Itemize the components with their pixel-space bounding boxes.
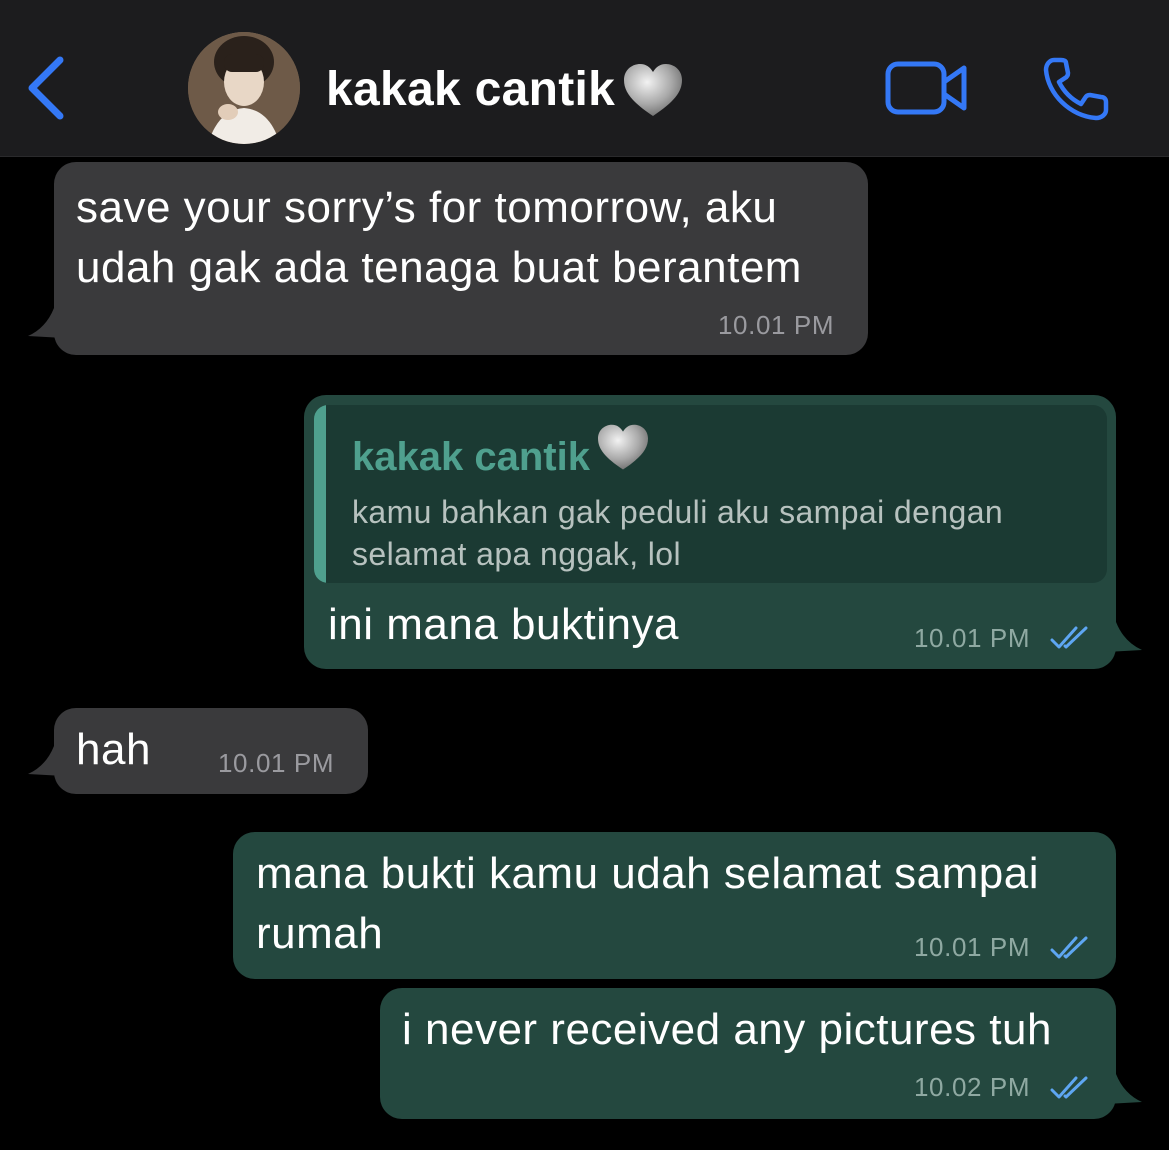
message-text: i never received any pictures tuh <box>402 1005 1052 1054</box>
message-time: 10.01 PM <box>718 310 835 340</box>
message-bubble-outgoing[interactable]: i never received any pictures tuh 10.02 … <box>380 988 1116 1119</box>
message-text: udah gak ada tenaga buat berantem <box>76 243 802 292</box>
quote-author: kakak cantik <box>352 435 590 479</box>
message-text: mana bukti kamu udah selamat sampai <box>256 849 1040 898</box>
read-receipt-icon <box>1050 1076 1088 1099</box>
message-bubble-outgoing[interactable]: mana bukti kamu udah selamat sampai ruma… <box>233 832 1116 979</box>
contact-name[interactable]: kakak cantik <box>326 62 615 117</box>
video-camera-icon <box>885 61 967 115</box>
message-bubble-outgoing[interactable]: kakak cantik kamu bahkan gak peduli aku … <box>304 395 1116 669</box>
chevron-left-icon <box>28 56 64 120</box>
message-bubble-incoming[interactable]: save your sorry’s for tomorrow, aku udah… <box>54 162 868 355</box>
bubble-tail <box>1106 1074 1142 1104</box>
read-receipt-icon <box>1050 936 1088 959</box>
quote-accent-bar <box>314 405 326 583</box>
back-button[interactable] <box>22 52 74 124</box>
message-text: save your sorry’s for tomorrow, aku <box>76 183 778 232</box>
contact-avatar[interactable] <box>188 32 300 144</box>
message-text: rumah <box>256 909 384 958</box>
heart-icon <box>598 424 648 470</box>
message-time: 10.01 PM <box>218 748 335 778</box>
phone-icon <box>1043 57 1109 121</box>
quoted-message[interactable]: kakak cantik kamu bahkan gak peduli aku … <box>314 405 1107 583</box>
bubble-tail <box>1106 622 1142 652</box>
voice-call-button[interactable] <box>1040 54 1112 124</box>
quote-text: kamu bahkan gak peduli aku sampai dengan… <box>352 491 1092 575</box>
message-time: 10.02 PM <box>914 1072 1031 1102</box>
message-bubble-incoming[interactable]: hah 10.01 PM <box>54 708 368 794</box>
quote-line: selamat apa nggak, lol <box>352 536 682 572</box>
avatar-photo <box>188 32 300 144</box>
heart-icon <box>624 64 682 116</box>
video-call-button[interactable] <box>884 58 970 118</box>
message-text: hah <box>76 725 151 774</box>
quote-line: kamu bahkan gak peduli aku sampai dengan <box>352 494 1004 530</box>
read-receipt-icon <box>1050 626 1088 649</box>
message-time: 10.01 PM <box>914 623 1031 653</box>
message-time: 10.01 PM <box>914 932 1031 962</box>
message-text: ini mana buktinya <box>328 600 679 649</box>
chat-header: kakak cantik <box>0 0 1169 157</box>
